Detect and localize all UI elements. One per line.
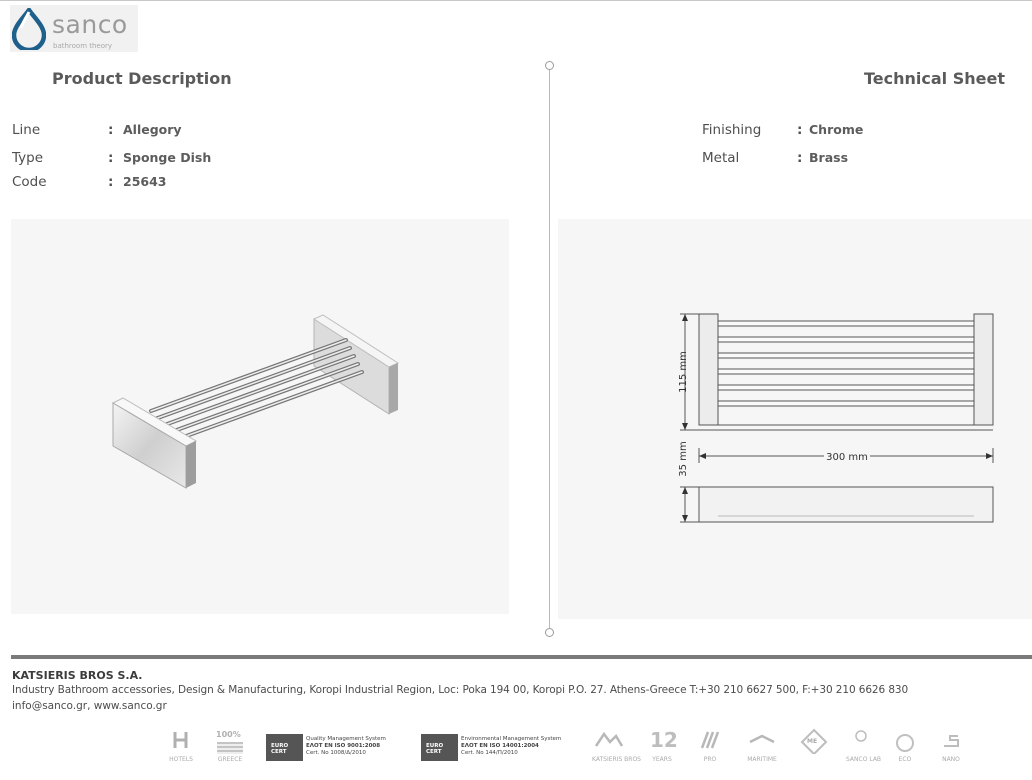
top-rule [0,0,1032,1]
hotels-badge: HOTELS [168,728,194,764]
spec-label: Type [12,150,44,166]
badge-caption: YEARS [652,756,672,763]
greek-flag-icon [217,742,243,754]
divider-bottom-dot [545,628,554,637]
me-label: ME [807,738,818,745]
company-contact: info@sanco.gr, www.sanco.gr [12,700,167,712]
badge-caption: NANO [942,756,960,763]
greece-badge: 100% GREECE [214,728,246,764]
spec-separator: : [797,122,803,138]
badge-caption: ECO [898,756,912,763]
spec-label: Metal [702,150,740,166]
company-address: Industry Bathroom accessories, Design & … [12,684,909,696]
badge-caption: PRO [703,756,717,763]
footer-rule [11,655,1032,659]
me-badge: ME [800,728,828,764]
greece-badge-top: 100% [216,730,241,739]
divider-top-dot [545,61,554,70]
company-name: KATSIERIS BROS S.A. [12,669,143,682]
spec-value: Brass [809,150,849,165]
quality-cert: EURO CERT Quality Management System ΕΛΟΤ… [266,734,396,762]
wave-icon [749,734,775,744]
lightbulb-icon [855,730,867,742]
pro-badge: PRO [696,728,724,764]
water-drop-icon [12,8,46,50]
sponge-dish-render [111,314,400,489]
badge-caption: GREECE [217,756,243,763]
spec-value: Chrome [809,122,864,137]
cert-text: Quality Management System ΕΛΟΤ EN ISO 90… [306,736,386,756]
spec-separator: : [108,122,114,138]
stripes-icon [700,731,720,749]
environmental-cert: EURO CERT Environmental Management Syste… [421,734,571,762]
eco-badge: ECO [892,728,918,764]
eurocert-seal-icon: EURO CERT [266,734,303,761]
height-dimension-label: 115 mm [678,351,689,393]
badge-caption: HOTELS [169,756,193,763]
spec-separator: : [108,174,114,190]
maritime-badge: MARITIME [744,728,780,764]
years-badge: 12 YEARS [648,728,678,764]
technical-drawing-panel: 115 mm 300 mm 35 mm [558,219,1032,619]
eurocert-seal-icon: EURO CERT [421,734,458,761]
badge-caption: KATSIERIS BROS [592,756,641,763]
years-number: 12 [650,728,678,752]
sanco-logo: sanco bathroom theory [10,5,138,52]
spec-label: Finishing [702,122,762,138]
technical-drawing: 115 mm 300 mm 35 mm [678,313,994,523]
badge-caption: SANCO LAB [846,756,882,763]
leaf-circle-icon [896,734,914,752]
spec-separator: : [108,150,114,166]
spec-value: Sponge Dish [123,150,212,165]
katsieris-badge: KATSIERIS BROS [592,728,641,764]
depth-dimension-label: 35 mm [678,441,689,476]
spec-label: Code [12,174,47,190]
column-divider [549,65,550,633]
product-description-heading: Product Description [52,69,232,88]
spec-label: Line [12,122,41,138]
nano-badge: NANO [936,728,966,764]
roof-icon [594,731,624,747]
technical-sheet-heading: Technical Sheet [864,69,1005,88]
hotel-icon [173,732,188,748]
brand-name: sanco [52,10,128,39]
cert-text: Environmental Management System ΕΛΟΤ EN … [461,736,562,756]
spec-value: 25643 [123,174,167,189]
badge-caption: MARITIME [747,756,777,763]
tap-icon [944,735,959,747]
width-dimension-label: 300 mm [826,452,868,463]
spec-value: Allegory [123,122,182,137]
sanco-lab-badge: SANCO LAB [846,728,882,764]
brand-tagline: bathroom theory [53,42,113,50]
spec-separator: : [797,150,803,166]
product-image-panel [11,219,509,614]
